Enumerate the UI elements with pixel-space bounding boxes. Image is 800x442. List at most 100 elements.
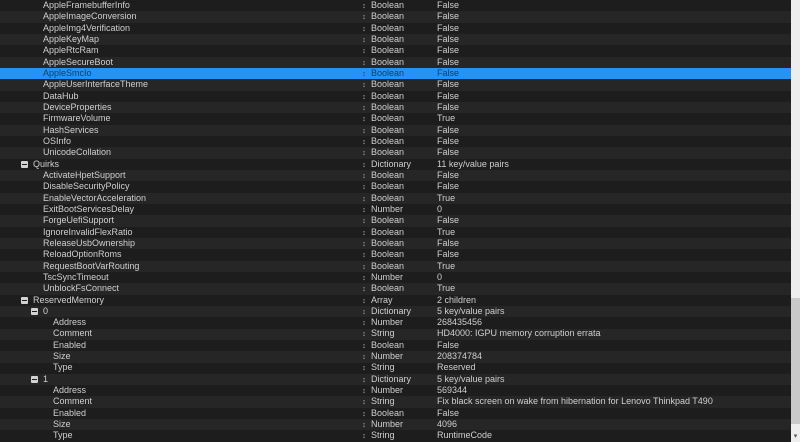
row-type[interactable]: Boolean: [371, 249, 404, 260]
type-dropdown-icon[interactable]: ↕: [362, 136, 371, 146]
type-dropdown-icon[interactable]: ↕: [362, 102, 371, 112]
table-row[interactable]: Quirks ↕ Dictionary 11 key/value pairs: [0, 158, 791, 170]
vertical-scrollbar[interactable]: ▾: [791, 0, 800, 442]
table-row[interactable]: AppleRtcRam ↕ Boolean False: [0, 45, 791, 57]
row-value[interactable]: True: [437, 227, 455, 238]
row-value[interactable]: False: [437, 181, 459, 192]
row-type[interactable]: Boolean: [371, 125, 404, 136]
type-cell[interactable]: ↕ Boolean: [362, 34, 404, 45]
row-type[interactable]: Boolean: [371, 227, 404, 238]
type-dropdown-icon[interactable]: ↕: [362, 397, 371, 407]
row-type[interactable]: Boolean: [371, 0, 404, 11]
table-row[interactable]: AppleSecureBoot ↕ Boolean False: [0, 56, 791, 68]
type-cell[interactable]: ↕ Boolean: [362, 57, 404, 68]
table-row[interactable]: AppleFramebufferInfo ↕ Boolean False: [0, 0, 791, 12]
table-row[interactable]: EnableVectorAcceleration ↕ Boolean True: [0, 192, 791, 204]
row-value[interactable]: RuntimeCode: [437, 430, 492, 441]
row-value[interactable]: False: [437, 57, 459, 68]
row-value[interactable]: False: [437, 238, 459, 249]
type-cell[interactable]: ↕ Boolean: [362, 136, 404, 147]
type-cell[interactable]: ↕ Boolean: [362, 79, 404, 90]
type-dropdown-icon[interactable]: ↕: [362, 374, 371, 384]
type-dropdown-icon[interactable]: ↕: [362, 306, 371, 316]
type-dropdown-icon[interactable]: ↕: [362, 193, 371, 203]
type-dropdown-icon[interactable]: ↕: [362, 35, 371, 45]
row-value[interactable]: False: [437, 45, 459, 56]
type-dropdown-icon[interactable]: ↕: [362, 386, 371, 396]
table-row[interactable]: 0 ↕ Dictionary 5 key/value pairs: [0, 305, 791, 318]
type-dropdown-icon[interactable]: ↕: [362, 261, 371, 271]
table-row[interactable]: Address ↕ Number 268435456: [0, 317, 791, 329]
type-cell[interactable]: ↕ Boolean: [362, 11, 404, 22]
type-dropdown-icon[interactable]: ↕: [362, 284, 371, 294]
type-dropdown-icon[interactable]: ↕: [362, 340, 371, 350]
row-type[interactable]: Number: [371, 419, 403, 430]
type-cell[interactable]: ↕ Boolean: [362, 102, 404, 113]
row-type[interactable]: Number: [371, 385, 403, 396]
row-type[interactable]: Boolean: [371, 193, 404, 204]
row-value[interactable]: False: [437, 11, 459, 22]
row-type[interactable]: Boolean: [371, 283, 404, 294]
row-type[interactable]: Boolean: [371, 170, 404, 181]
type-dropdown-icon[interactable]: ↕: [362, 408, 371, 418]
row-value[interactable]: False: [437, 147, 459, 158]
row-type[interactable]: Boolean: [371, 238, 404, 249]
table-row[interactable]: ReleaseUsbOwnership ↕ Boolean False: [0, 237, 791, 250]
row-type[interactable]: Boolean: [371, 91, 404, 102]
row-type[interactable]: Number: [371, 204, 403, 215]
collapse-icon[interactable]: [31, 375, 38, 383]
row-type[interactable]: Boolean: [371, 113, 404, 124]
type-cell[interactable]: ↕ Boolean: [362, 181, 404, 192]
type-cell[interactable]: ↕ String: [362, 363, 395, 374]
row-value[interactable]: False: [437, 23, 459, 34]
type-cell[interactable]: ↕ Boolean: [362, 215, 404, 226]
table-row[interactable]: UnblockFsConnect ↕ Boolean True: [0, 283, 791, 295]
type-cell[interactable]: ↕ Boolean: [362, 0, 404, 11]
type-cell[interactable]: ↕ Boolean: [362, 113, 404, 124]
table-row[interactable]: ReservedMemory ↕ Array 2 children: [0, 294, 791, 306]
type-cell[interactable]: ↕ String: [362, 396, 395, 407]
table-row[interactable]: ForgeUefiSupport ↕ Boolean False: [0, 215, 791, 227]
type-dropdown-icon[interactable]: ↕: [362, 12, 371, 22]
table-row[interactable]: TscSyncTimeout ↕ Number 0: [0, 271, 791, 284]
row-value[interactable]: 4096: [437, 419, 457, 430]
type-dropdown-icon[interactable]: ↕: [362, 295, 371, 305]
table-row[interactable]: DeviceProperties ↕ Boolean False: [0, 101, 791, 114]
type-dropdown-icon[interactable]: ↕: [362, 23, 371, 33]
table-row[interactable]: AppleSmcIo ↕ Boolean False: [0, 67, 791, 80]
type-cell[interactable]: ↕ String: [362, 430, 395, 441]
row-type[interactable]: Dictionary: [371, 306, 411, 317]
type-cell[interactable]: ↕ Dictionary: [362, 159, 411, 170]
type-dropdown-icon[interactable]: ↕: [362, 238, 371, 248]
type-cell[interactable]: ↕ Boolean: [362, 91, 404, 102]
row-value[interactable]: 5 key/value pairs: [437, 374, 505, 385]
table-row[interactable]: Type ↕ String Reserved: [0, 362, 791, 374]
row-value[interactable]: 0: [437, 204, 442, 215]
type-dropdown-icon[interactable]: ↕: [362, 46, 371, 56]
row-value[interactable]: True: [437, 113, 455, 124]
type-cell[interactable]: ↕ Boolean: [362, 408, 404, 419]
table-row[interactable]: IgnoreInvalidFlexRatio ↕ Boolean True: [0, 226, 791, 238]
table-row[interactable]: Address ↕ Number 569344: [0, 385, 791, 397]
row-type[interactable]: String: [371, 396, 395, 407]
type-cell[interactable]: ↕ Boolean: [362, 283, 404, 294]
row-value[interactable]: False: [437, 170, 459, 181]
collapse-icon[interactable]: [21, 296, 28, 304]
table-row[interactable]: Comment ↕ String HD4000: IGPU memory cor…: [0, 328, 791, 340]
type-dropdown-icon[interactable]: ↕: [362, 1, 371, 11]
table-row[interactable]: Type ↕ String RuntimeCode: [0, 430, 791, 442]
table-row[interactable]: Size ↕ Number 4096: [0, 419, 791, 431]
type-cell[interactable]: ↕ Boolean: [362, 170, 404, 181]
collapse-icon[interactable]: [31, 308, 38, 316]
type-dropdown-icon[interactable]: ↕: [362, 431, 371, 441]
type-dropdown-icon[interactable]: ↕: [362, 272, 371, 282]
row-value[interactable]: Reserved: [437, 363, 476, 374]
row-type[interactable]: String: [371, 430, 395, 441]
type-cell[interactable]: ↕ Boolean: [362, 45, 404, 56]
type-cell[interactable]: ↕ Dictionary: [362, 306, 411, 317]
table-row[interactable]: UnicodeCollation ↕ Boolean False: [0, 147, 791, 159]
table-row[interactable]: Size ↕ Number 208374784: [0, 351, 791, 363]
table-row[interactable]: AppleKeyMap ↕ Boolean False: [0, 33, 791, 46]
type-dropdown-icon[interactable]: ↕: [362, 159, 371, 169]
row-type[interactable]: String: [371, 329, 395, 340]
